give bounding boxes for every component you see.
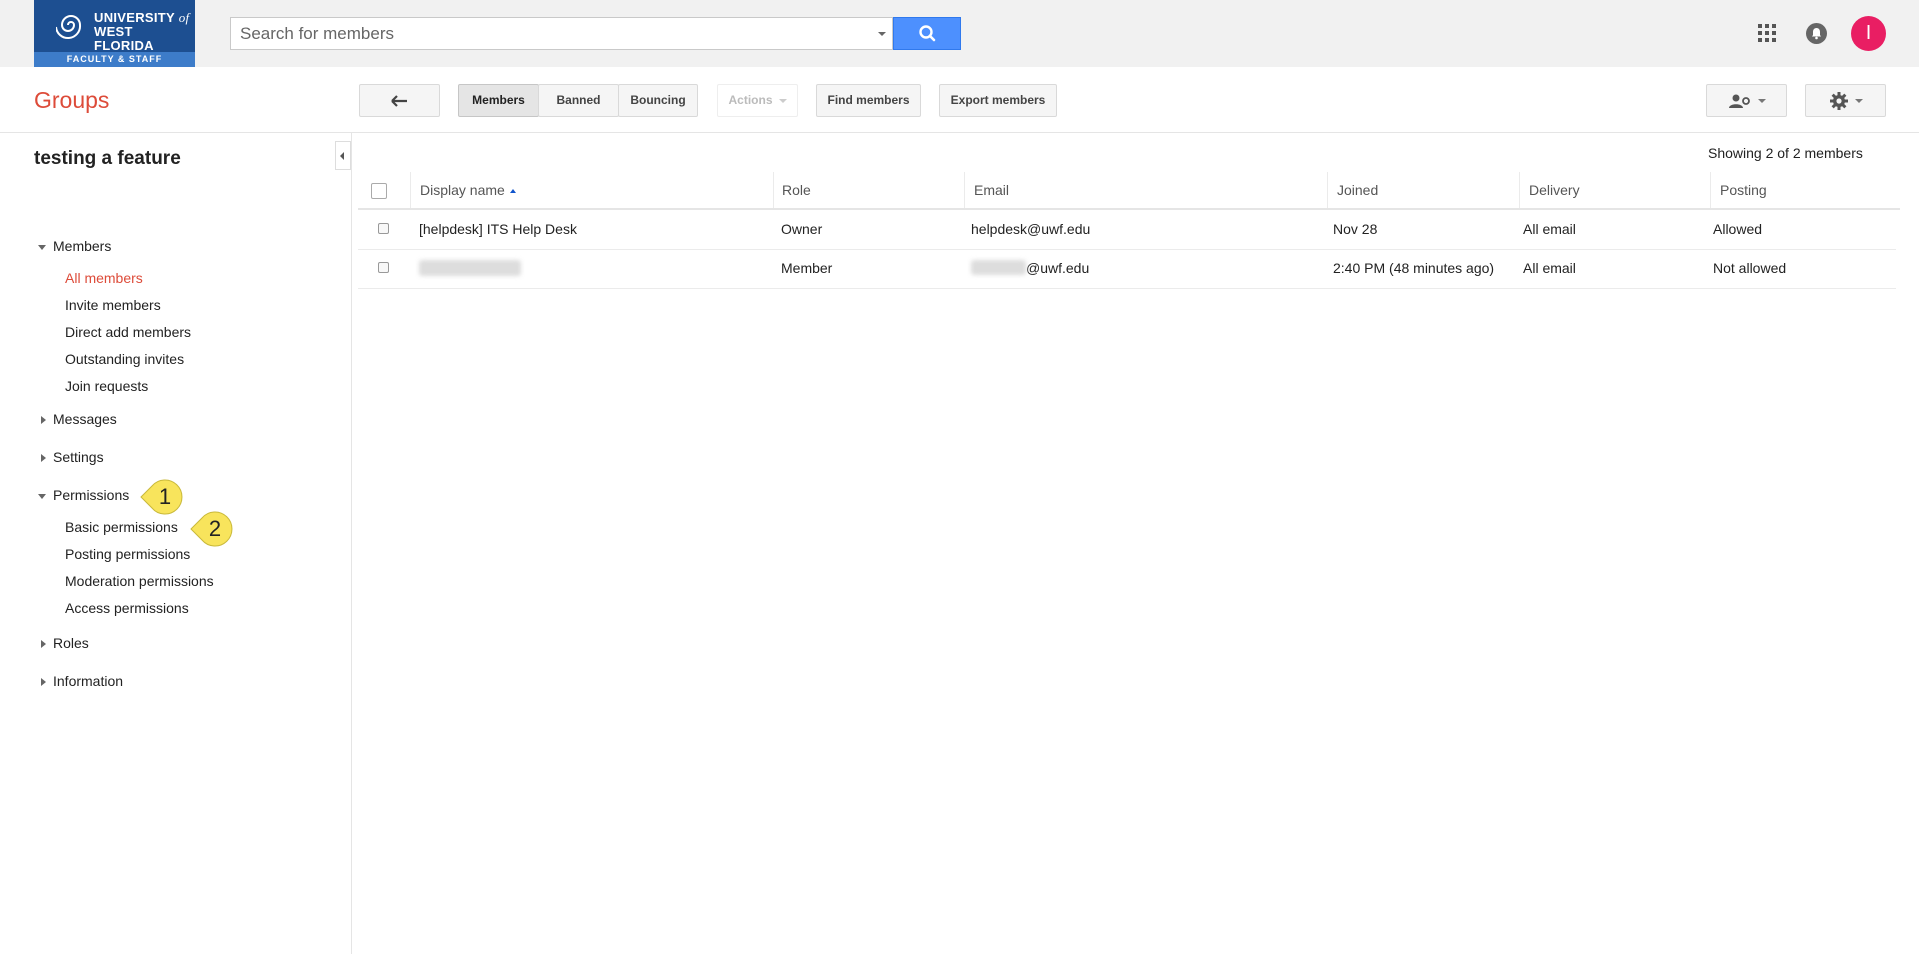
sidebar-section-permissions[interactable]: Permissions — [53, 487, 129, 503]
chevron-down-icon — [1854, 98, 1863, 103]
expand-right-icon[interactable] — [41, 416, 46, 424]
redacted-name — [419, 260, 521, 276]
callout-marker-1: 1 — [140, 479, 183, 515]
sidebar-item-outstanding-invites[interactable]: Outstanding invites — [65, 351, 184, 367]
bell-icon — [1812, 28, 1821, 40]
cell-joined: Nov 28 — [1333, 221, 1378, 237]
cell-posting: Allowed — [1713, 221, 1763, 237]
expand-right-icon[interactable] — [41, 640, 46, 648]
add-person-icon — [1728, 94, 1750, 108]
sort-ascending-icon — [509, 189, 516, 193]
nautilus-logo-icon — [56, 15, 82, 39]
cell-email: helpdesk@uwf.edu — [971, 221, 1091, 237]
sidebar-item-access-permissions[interactable]: Access permissions — [65, 600, 189, 616]
sidebar-section-members[interactable]: Members — [53, 238, 111, 254]
expand-right-icon[interactable] — [41, 454, 46, 462]
sidebar-divider — [351, 133, 352, 954]
select-all-checkbox[interactable] — [371, 183, 387, 199]
column-separator — [1327, 172, 1328, 208]
sidebar-item-invite-members[interactable]: Invite members — [65, 297, 161, 313]
tab-bouncing[interactable]: Bouncing — [618, 84, 698, 117]
logo-line-2: WEST FLORIDA — [94, 24, 154, 53]
callout-number-1: 1 — [159, 484, 171, 509]
logo-line-1: UNIVERSITY of — [94, 10, 190, 25]
settings-dropdown[interactable] — [1805, 84, 1886, 117]
column-separator — [773, 172, 774, 208]
actions-dropdown[interactable]: Actions — [717, 84, 798, 117]
sidebar-section-messages[interactable]: Messages — [53, 411, 117, 427]
column-separator — [1519, 172, 1520, 208]
gear-icon — [1829, 91, 1848, 110]
column-header-posting[interactable]: Posting — [1720, 182, 1767, 198]
sidebar-section-settings[interactable]: Settings — [53, 449, 104, 465]
search-button[interactable] — [893, 17, 961, 50]
sidebar-item-join-requests[interactable]: Join requests — [65, 378, 148, 394]
column-header-joined[interactable]: Joined — [1337, 182, 1378, 198]
members-count: Showing 2 of 2 members — [1708, 145, 1863, 161]
cell-email: @uwf.edu — [971, 260, 1089, 276]
sidebar-item-basic-permissions[interactable]: Basic permissions — [65, 519, 178, 535]
cell-display-name[interactable] — [419, 260, 521, 279]
export-members-button[interactable]: Export members — [939, 84, 1057, 117]
column-header-role[interactable]: Role — [782, 182, 811, 198]
table-header: Display name Role Email Joined Delivery … — [358, 172, 1900, 210]
cell-role: Member — [781, 260, 833, 276]
column-separator — [410, 172, 411, 208]
app-title[interactable]: Groups — [34, 87, 109, 114]
expand-down-icon[interactable] — [38, 245, 46, 250]
chevron-down-icon — [1757, 98, 1766, 103]
table-row[interactable]: [helpdesk] ITS Help Desk Owner helpdesk@… — [358, 211, 1896, 250]
column-separator — [1710, 172, 1711, 208]
tab-members[interactable]: Members — [458, 84, 539, 117]
callout-marker-2: 2 — [190, 511, 233, 547]
sidebar-item-posting-permissions[interactable]: Posting permissions — [65, 546, 190, 562]
logo-strip: FACULTY & STAFF — [34, 52, 195, 67]
expand-down-icon[interactable] — [38, 494, 46, 499]
callout-number-2: 2 — [209, 516, 221, 541]
sidebar-item-all-members[interactable]: All members — [65, 270, 143, 286]
cell-delivery: All email — [1523, 221, 1576, 237]
chevron-down-icon — [778, 98, 787, 103]
header-divider — [0, 132, 1919, 133]
column-separator — [964, 172, 965, 208]
member-settings-dropdown[interactable] — [1706, 84, 1787, 117]
search-dropdown-icon[interactable] — [878, 32, 886, 36]
search-input[interactable]: Search for members — [230, 17, 893, 50]
collapse-sidebar-button[interactable] — [335, 141, 351, 170]
table-row[interactable]: Member @uwf.edu 2:40 PM (48 minutes ago)… — [358, 250, 1896, 289]
account-avatar[interactable]: I — [1851, 16, 1886, 51]
column-header-delivery[interactable]: Delivery — [1529, 182, 1580, 198]
notifications-bell-icon[interactable] — [1806, 23, 1827, 44]
row-checkbox[interactable] — [378, 262, 389, 273]
cell-role: Owner — [781, 221, 823, 237]
sidebar-item-direct-add-members[interactable]: Direct add members — [65, 324, 191, 340]
row-checkbox[interactable] — [378, 223, 389, 234]
cell-email-domain: @uwf.edu — [1026, 260, 1090, 276]
apps-grid-icon[interactable] — [1758, 24, 1776, 42]
actions-label: Actions — [728, 93, 773, 107]
uwf-logo[interactable]: UNIVERSITY of WEST FLORIDA FACULTY & STA… — [34, 0, 195, 67]
tab-banned[interactable]: Banned — [538, 84, 619, 117]
expand-right-icon[interactable] — [41, 678, 46, 686]
column-header-email[interactable]: Email — [974, 182, 1009, 198]
cell-posting: Not allowed — [1713, 260, 1787, 276]
back-button[interactable] — [359, 84, 440, 117]
column-header-display-name[interactable]: Display name — [420, 182, 518, 198]
redacted-email-user — [971, 260, 1026, 275]
search-placeholder: Search for members — [240, 24, 394, 43]
sidebar-section-roles[interactable]: Roles — [53, 635, 89, 651]
top-bar: UNIVERSITY of WEST FLORIDA FACULTY & STA… — [0, 0, 1919, 67]
cell-display-name[interactable]: [helpdesk] ITS Help Desk — [419, 221, 577, 237]
cell-delivery: All email — [1523, 260, 1576, 276]
back-arrow-icon — [390, 95, 407, 107]
sidebar-section-information[interactable]: Information — [53, 673, 123, 689]
find-members-button[interactable]: Find members — [816, 84, 921, 117]
cell-joined: 2:40 PM (48 minutes ago) — [1333, 260, 1495, 276]
sidebar-item-moderation-permissions[interactable]: Moderation permissions — [65, 573, 214, 589]
search-icon — [919, 25, 936, 42]
group-name: testing a feature — [34, 148, 181, 169]
